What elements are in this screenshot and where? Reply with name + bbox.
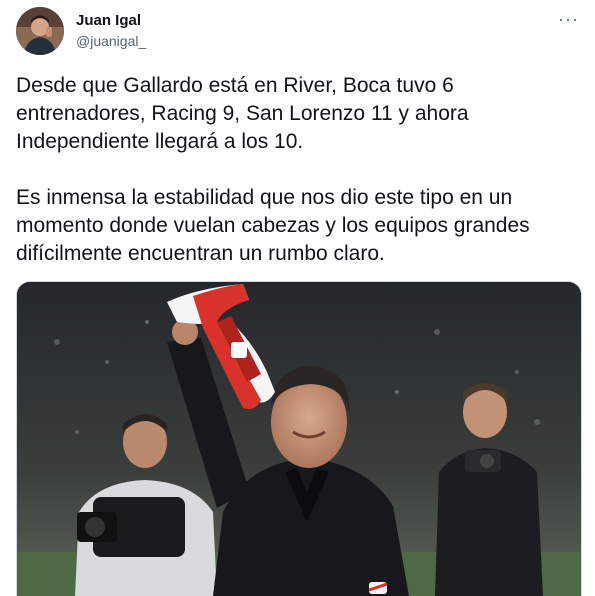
tweet-paragraph: Es inmensa la estabilidad que nos dio es… bbox=[16, 186, 530, 265]
photo-image bbox=[17, 282, 581, 596]
avatar-image bbox=[16, 7, 64, 55]
author-handle[interactable]: @juanigal_ bbox=[76, 33, 146, 49]
tweet-photo[interactable] bbox=[16, 281, 582, 596]
tweet-text: Desde que Gallardo está en River, Boca t… bbox=[16, 72, 581, 268]
tweet-paragraph: Desde que Gallardo está en River, Boca t… bbox=[16, 74, 469, 153]
author-name[interactable]: Juan Igal bbox=[76, 12, 141, 29]
tweet-card: Juan Igal @juanigal_ ··· Desde que Galla… bbox=[0, 0, 595, 596]
author-avatar[interactable] bbox=[16, 7, 64, 55]
more-horizontal-icon[interactable]: ··· bbox=[558, 9, 579, 30]
